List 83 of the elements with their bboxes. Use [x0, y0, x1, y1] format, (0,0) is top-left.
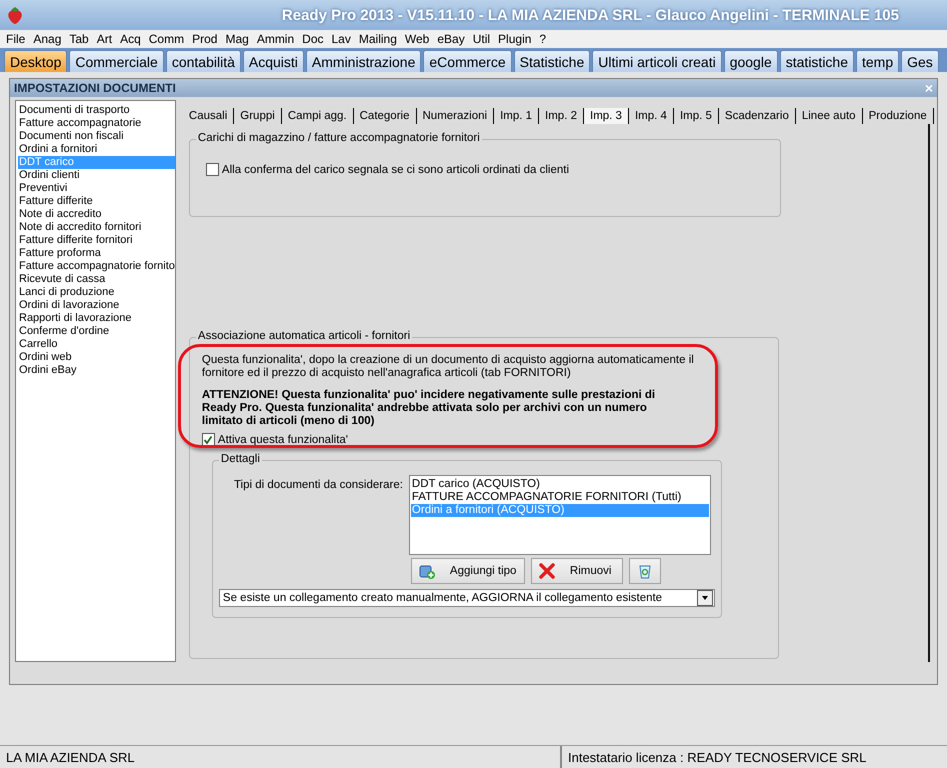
- tab[interactable]: Scadenzario: [718, 108, 796, 124]
- tab[interactable]: Gruppi: [234, 108, 282, 124]
- menu-item[interactable]: File: [2, 32, 30, 46]
- list-item[interactable]: Carrello: [18, 338, 175, 351]
- list-item[interactable]: Lanci di produzione: [18, 286, 175, 299]
- desktop-tab[interactable]: statistiche: [780, 50, 854, 72]
- desktop-tab[interactable]: eCommerce: [423, 50, 512, 72]
- field-label: Tipi di documenti da considerare:: [232, 478, 403, 493]
- menu-item[interactable]: Plugin: [494, 32, 536, 46]
- tab[interactable]: Linee auto: [796, 108, 863, 124]
- status-text: Intestatario licenza : READY TECNOSERVICE SRL: [567, 749, 868, 767]
- list-item[interactable]: Rapporti di lavorazione: [18, 312, 175, 325]
- checkbox-label: Attiva questa funzionalita': [218, 434, 348, 446]
- desktop-tab[interactable]: google: [724, 50, 778, 72]
- list-item[interactable]: Documenti di trasporto: [18, 104, 175, 117]
- list-item[interactable]: Note di accredito fornitori: [18, 221, 175, 234]
- list-item[interactable]: Preventivi: [18, 182, 175, 195]
- list-item[interactable]: Documenti non fiscali: [18, 130, 175, 143]
- menu-item[interactable]: Art: [92, 32, 116, 46]
- list-item[interactable]: Ordini clienti: [18, 169, 175, 182]
- list-item[interactable]: Fatture accompagnatorie: [18, 117, 175, 130]
- list-item[interactable]: Ricevute di cassa: [18, 273, 175, 286]
- tab[interactable]: Produzione: [862, 108, 934, 124]
- desktop-tab[interactable]: contabilità: [166, 50, 241, 72]
- menu-item[interactable]: Ammin: [252, 32, 298, 46]
- menu-item[interactable]: ?: [535, 32, 550, 46]
- menu-item[interactable]: Lav: [328, 32, 355, 46]
- desktop-tab[interactable]: Commerciale: [69, 50, 164, 72]
- list-item[interactable]: Conferme d'ordine: [18, 325, 175, 338]
- list-item[interactable]: Fatture differite fornitori: [18, 234, 175, 247]
- tab[interactable]: Imp. 3: [584, 108, 629, 124]
- menu-item[interactable]: Tab: [65, 32, 93, 46]
- desktop-tab[interactable]: temp: [856, 50, 900, 72]
- window-title: Ready Pro 2013 - V15.11.10 - LA MIA AZIENDA SRL - Glauco Angelini - TERMINALE 105: [280, 6, 900, 24]
- remove-button[interactable]: Rimuovi: [530, 558, 623, 584]
- list-item[interactable]: Note di accredito: [18, 208, 175, 221]
- tab[interactable]: Numerazioni: [416, 108, 494, 124]
- desktop-tab[interactable]: Ges: [901, 50, 939, 72]
- desktop-tab[interactable]: Acquisti: [242, 50, 304, 72]
- list-item[interactable]: Fatture accompagnatorie fornito: [18, 260, 175, 273]
- tab[interactable]: Imp. 1: [494, 108, 540, 124]
- dropdown[interactable]: Se esiste un collegamento creato manualmente, AGGIORNA il collegamento esistente: [218, 589, 715, 607]
- tab[interactable]: Categorie: [354, 108, 416, 124]
- checkbox[interactable]: [202, 433, 215, 446]
- list-item[interactable]: Fatture differite: [18, 195, 175, 208]
- menu-item[interactable]: Util: [468, 32, 494, 46]
- menu-item[interactable]: eBay: [433, 32, 469, 46]
- group-title: Dettagli: [218, 453, 262, 465]
- list-item[interactable]: DDT carico (ACQUISTO): [410, 478, 709, 491]
- tab[interactable]: Causali: [182, 108, 234, 124]
- list-item[interactable]: Ordini di lavorazione: [18, 299, 175, 312]
- status-text: LA MIA AZIENDA SRL: [0, 746, 562, 768]
- tab[interactable]: Imp. 5: [674, 108, 719, 124]
- menu-item[interactable]: Acq: [116, 32, 145, 46]
- menu-item[interactable]: Comm: [144, 32, 188, 46]
- menu-item[interactable]: Prod: [188, 32, 222, 46]
- menu-item[interactable]: Anag: [29, 32, 66, 46]
- desktop-tab[interactable]: Desktop: [4, 50, 68, 72]
- desktop-tab[interactable]: Ultimi articoli creati: [592, 50, 722, 72]
- add-button[interactable]: Aggiungi tipo: [410, 558, 525, 584]
- warning-text: ATTENZIONE! Questa funzionalita' puo' incidere negativamente sulle prestazioni di Ready Pro. Questa funzionalita' andrebbe attivata solo per archivi con un numero limitato di articoli (meno di 100): [202, 389, 656, 428]
- clear-button[interactable]: [628, 558, 661, 584]
- menu-item[interactable]: Mailing: [354, 32, 401, 46]
- list-item[interactable]: FATTURE ACCOMPAGNATORIE FORNITORI (Tutti): [410, 491, 709, 504]
- tab[interactable]: Imp. 4: [628, 108, 674, 124]
- list-item[interactable]: Ordini a fornitori: [18, 143, 175, 156]
- dialog-title: IMPOSTAZIONI DOCUMENTI: [14, 81, 176, 95]
- cross-icon: [538, 562, 556, 580]
- strawberry-icon: [6, 5, 24, 25]
- tab[interactable]: Campi agg.: [282, 108, 354, 124]
- description-text: Questa funzionalita', dopo la creazione di un documento di acquisto aggiorna automaticamente il fornitore ed il prezzo di acquisto nell'anagrafica articoli (tab FORNITORI): [202, 354, 695, 380]
- desktop-tab[interactable]: Amministrazione: [306, 50, 422, 72]
- desktop-tab[interactable]: Statistiche: [514, 50, 590, 72]
- menu-item[interactable]: Doc: [298, 32, 328, 46]
- checkbox[interactable]: [206, 163, 219, 176]
- list-item[interactable]: Fatture proforma: [18, 247, 175, 260]
- list-item[interactable]: Ordini web: [18, 351, 175, 364]
- checkbox-label: Alla conferma del carico segnala se ci sono articoli ordinati da clienti: [222, 164, 570, 176]
- group-title: Carichi di magazzino / fatture accompagnatorie fornitori: [196, 132, 482, 144]
- list-item[interactable]: Ordini eBay: [18, 364, 175, 377]
- group-title: Associazione automatica articoli - fornitori: [196, 330, 412, 342]
- menu-item[interactable]: Mag: [221, 32, 253, 46]
- menu-item[interactable]: Web: [400, 32, 434, 46]
